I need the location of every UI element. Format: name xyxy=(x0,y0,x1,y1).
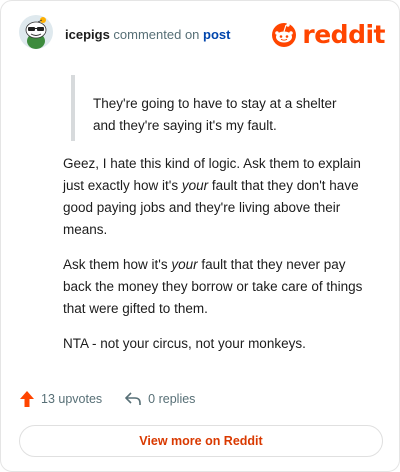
emphasis-text: your xyxy=(171,257,198,272)
user-avatar[interactable] xyxy=(19,15,53,49)
reply-count-label: 0 replies xyxy=(148,392,196,406)
view-more-button[interactable]: View more on Reddit xyxy=(19,425,383,457)
comment-paragraph: NTA - not your circus, not your monkeys. xyxy=(63,336,306,351)
quoted-text: They're going to have to stay at a shelt… xyxy=(71,75,371,141)
comment-byline: icepigs commented on post xyxy=(65,27,231,42)
upvote-arrow-icon[interactable] xyxy=(19,390,35,408)
comment-paragraph: Geez, I hate this kind of logic. Ask the… xyxy=(63,156,361,237)
reddit-logo[interactable]: reddit xyxy=(270,19,385,49)
snoo-avatar-icon xyxy=(19,15,53,49)
reddit-snoo-icon xyxy=(272,23,297,47)
comment-footer: 13 upvotes 0 replies xyxy=(19,387,217,411)
quote-line: and they're saying it's my fault. xyxy=(93,118,277,133)
reply-arrow-icon[interactable] xyxy=(124,391,142,407)
upvote-count[interactable]: 13 upvotes xyxy=(19,390,102,408)
upvote-count-label: 13 upvotes xyxy=(41,392,103,406)
username-link[interactable]: icepigs xyxy=(65,27,110,42)
emphasis-text: your xyxy=(181,178,209,193)
commented-on-text: commented on xyxy=(113,27,200,42)
quote-line: They're going to have to stay at a shelt… xyxy=(93,96,337,111)
comment-paragraph: Ask them how it's your fault that they n… xyxy=(63,257,363,316)
comment-body: Geez, I hate this kind of logic. Ask the… xyxy=(63,153,373,368)
post-link[interactable]: post xyxy=(203,27,230,42)
comment-header: icepigs commented on post reddit xyxy=(19,15,385,51)
reddit-wordmark: reddit xyxy=(302,19,385,49)
reply-count[interactable]: 0 replies xyxy=(124,391,195,407)
comment-embed-card: icepigs commented on post reddit They're… xyxy=(0,0,400,472)
